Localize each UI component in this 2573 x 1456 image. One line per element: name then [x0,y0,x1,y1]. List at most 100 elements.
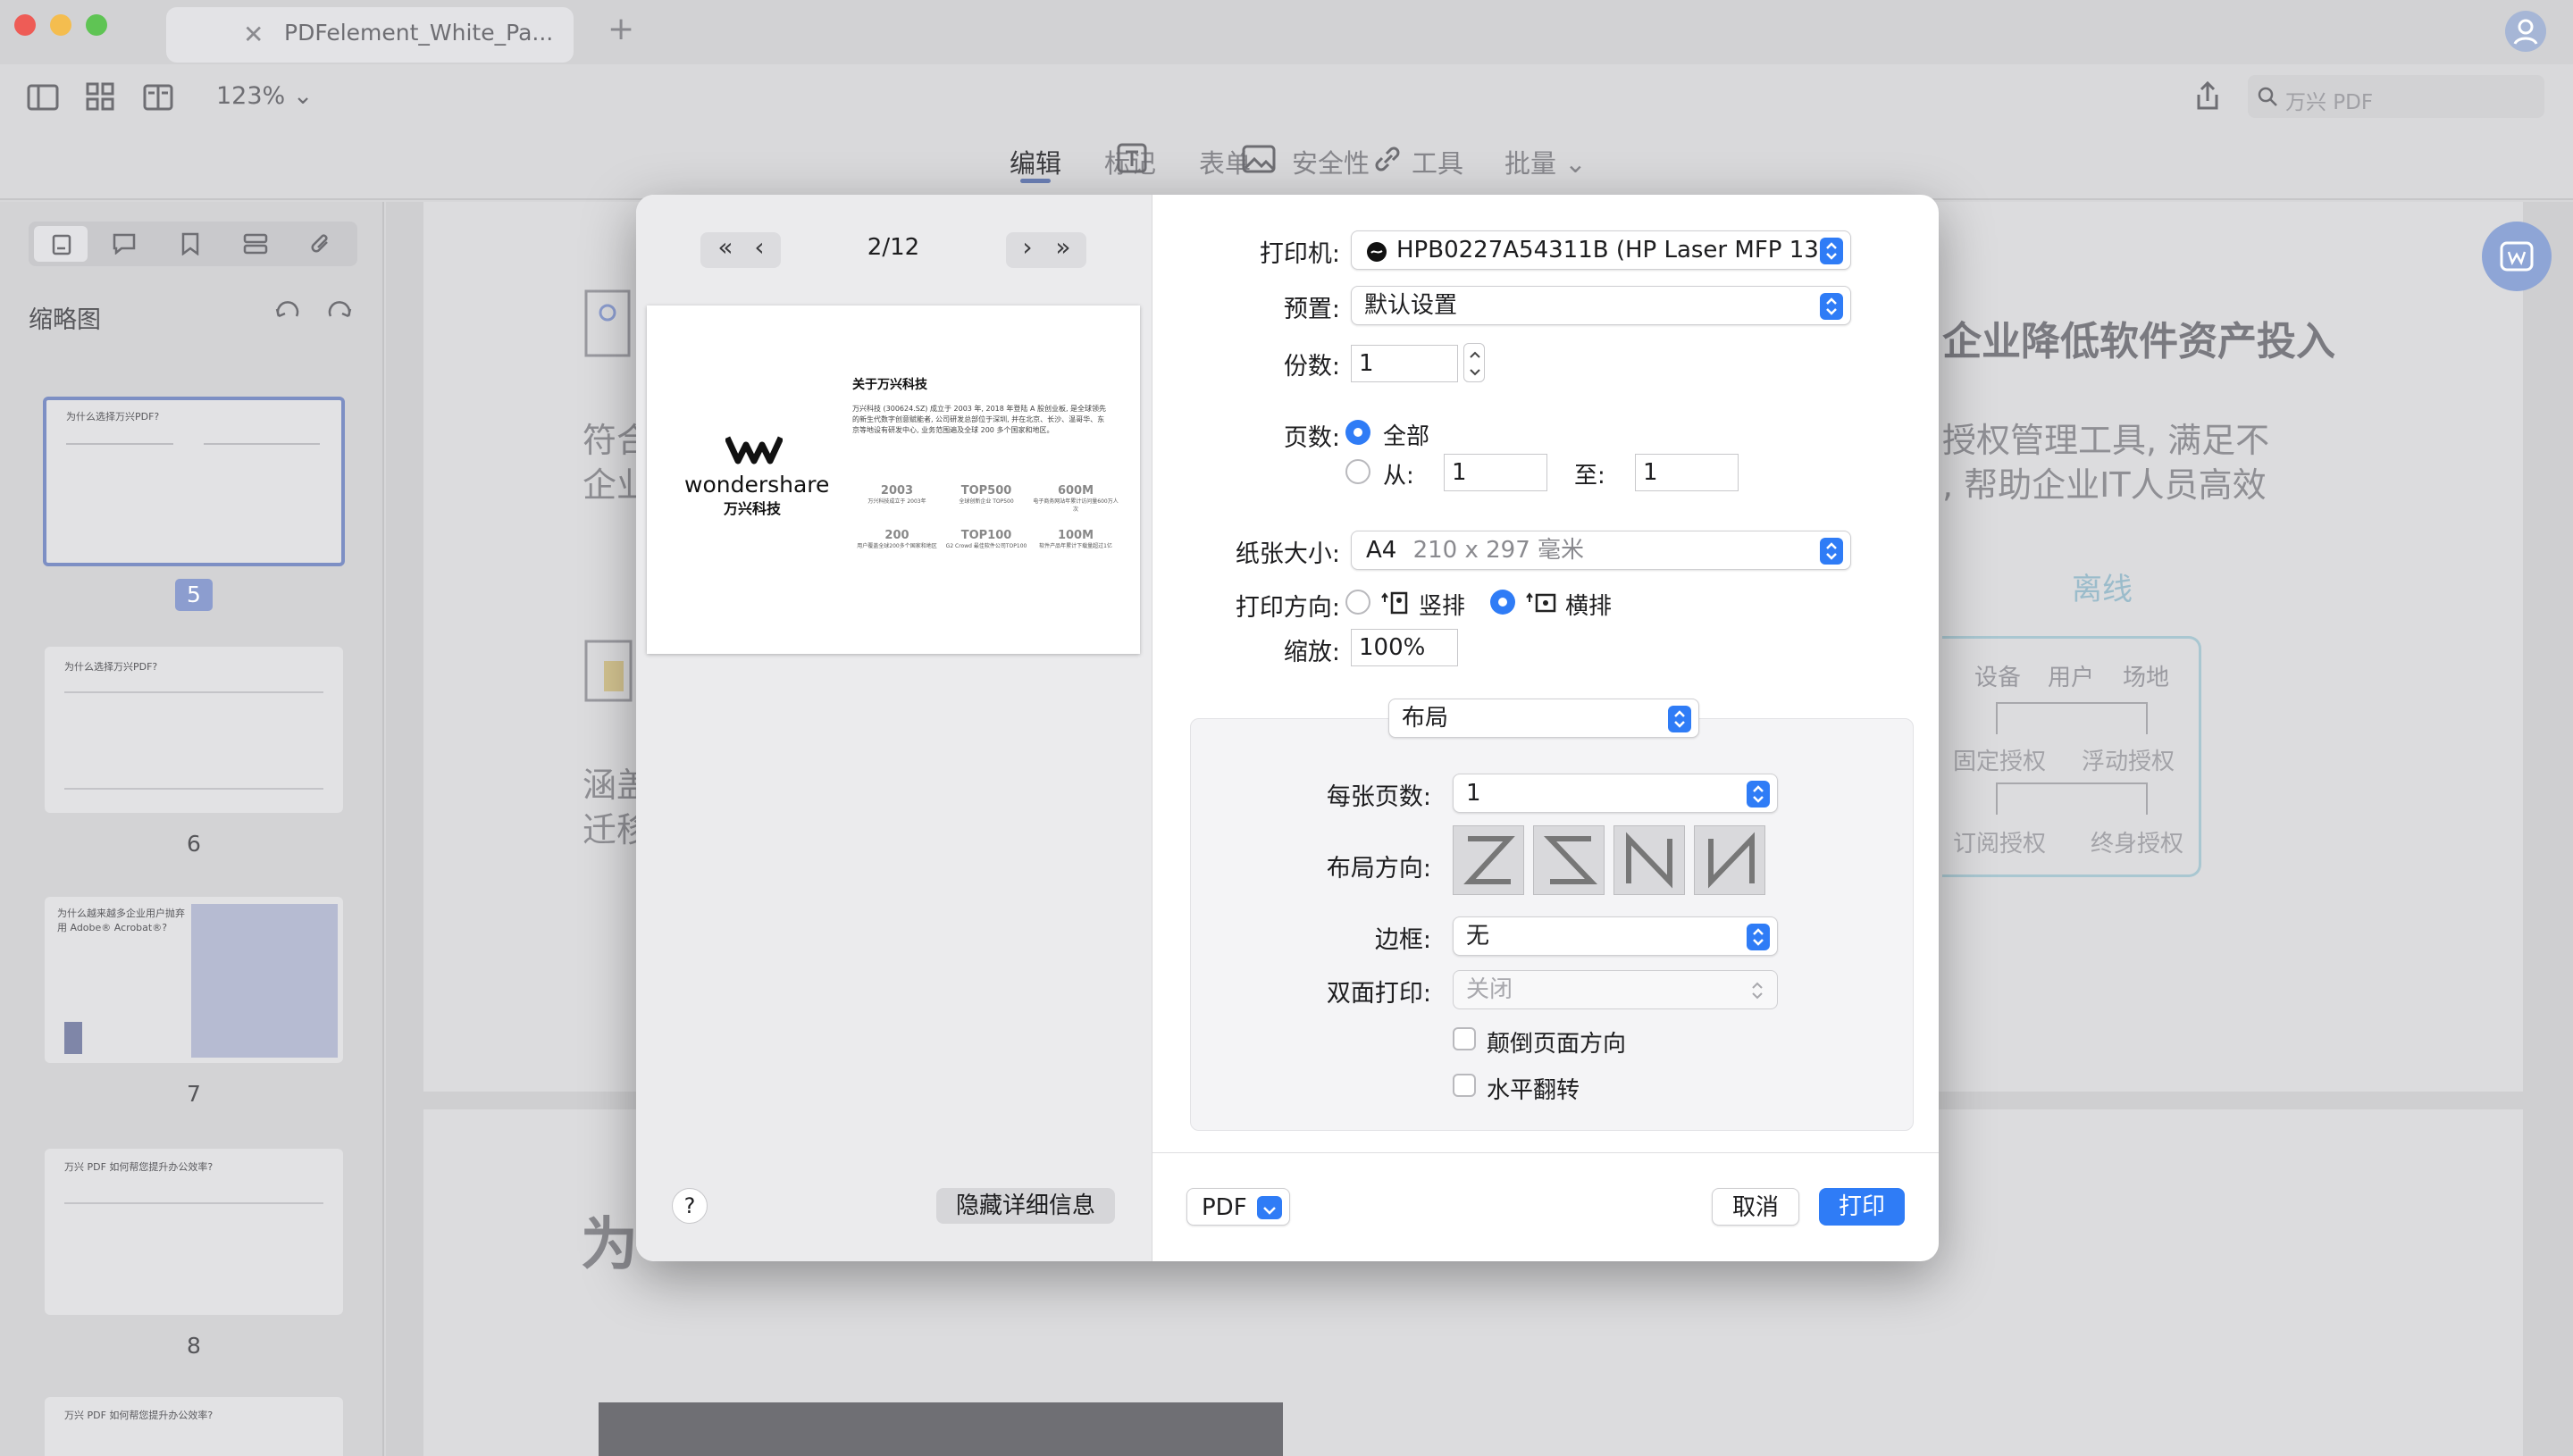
hide-details-button[interactable]: 隐藏详细信息 [936,1188,1115,1224]
doc-text: , 帮助企业IT人员高效 [1942,465,2267,505]
diagram-item: 场地 [2123,665,2170,691]
section-value: 布局 [1402,705,1449,732]
thumbnail-page-9[interactable]: 万兴 PDF 如何帮您提升办公效率? [45,1397,343,1456]
thumbnail-table [191,904,338,1058]
tab-security[interactable]: 安全性 [1292,143,1370,180]
pages-per-sheet-value: 1 [1466,780,1481,807]
thumbnail-title: 为什么选择万兴PDF? [64,661,158,673]
thumbnail-number-selected: 5 [175,579,213,611]
help-button[interactable]: ? [672,1188,708,1224]
comment-icon[interactable] [113,233,136,255]
layout-z-button[interactable] [1453,825,1524,895]
portrait-radio[interactable] [1345,590,1370,615]
page-nav-first-prev: « ‹ [700,232,781,268]
new-tab-button[interactable]: + [608,11,634,47]
thumbnail-content [64,1202,323,1292]
landscape-radio[interactable] [1490,590,1515,615]
pages-to-input[interactable]: 1 [1635,454,1739,491]
zoom-window-button[interactable] [86,14,107,36]
pages-range-radio[interactable] [1345,459,1370,484]
layout-reverse-n-button[interactable] [1694,825,1765,895]
two-sided-select[interactable]: 关闭 [1453,970,1778,1009]
title-bar: ✕ PDFelement_White_Pa... + [0,0,2573,64]
minimize-window-button[interactable] [50,14,71,36]
pages-all-label: 全部 [1383,423,1430,450]
search-icon [2258,87,2277,106]
landscape-label: 横排 [1565,593,1613,620]
diagram-item: 浮动授权 [2082,749,2175,775]
section-select[interactable]: 布局 [1388,699,1699,738]
chevron-down-icon [1257,1196,1282,1219]
pages-to-label: 至: [1574,463,1605,490]
thumbnail-page-7[interactable]: 为什么越来越多企业用户抛弃用 Adobe® Acrobat®? [45,897,343,1063]
next-page-button[interactable]: › [1010,232,1045,262]
paper-size-select[interactable]: A4 210 x 297 毫米 [1351,531,1851,570]
page-icon [52,234,71,255]
tab-tools[interactable]: 工具 [1412,143,1463,180]
pages-per-sheet-select[interactable]: 1 [1453,774,1778,813]
close-window-button[interactable] [14,14,36,36]
printer-select[interactable]: HPB0227A54311B (HP Laser MFP 13... [1351,230,1851,270]
chevron-updown-icon [1820,238,1843,264]
scale-input[interactable]: 100% [1351,629,1458,666]
pages-from-label: 从: [1383,463,1414,490]
copies-label: 份数: [1283,353,1340,381]
document-tab[interactable]: ✕ PDFelement_White_Pa... [166,7,574,63]
flip-horizontal-checkbox[interactable] [1453,1074,1476,1097]
pages-from-input[interactable]: 1 [1444,454,1547,491]
account-avatar[interactable] [2505,11,2546,52]
thumbnail-page-8[interactable]: 万兴 PDF 如何帮您提升办公效率? [45,1149,343,1315]
zoom-select[interactable]: 123% ⌄ [216,82,313,110]
diagram-connector [1996,782,2148,815]
reverse-orientation-checkbox[interactable] [1453,1027,1476,1050]
pdf-menu-button[interactable]: PDF [1186,1188,1290,1226]
stat-value: TOP100 [960,529,1012,542]
first-page-button[interactable]: « [708,232,743,262]
copies-input[interactable]: 1 [1351,345,1458,382]
last-page-button[interactable]: » [1045,232,1081,262]
diagram-connector [1996,702,2148,734]
stat-value: 600M [1057,484,1094,498]
share-icon[interactable] [2194,80,2221,111]
tab-close-icon[interactable]: ✕ [243,20,264,49]
doc-image [599,1402,1283,1456]
prev-page-button[interactable]: ‹ [742,232,777,262]
sidebar-tab-thumbnails[interactable] [34,226,88,262]
cancel-button[interactable]: 取消 [1712,1188,1799,1226]
chevron-updown-icon [1668,706,1691,732]
border-label: 边框: [1374,926,1431,954]
chevron-updown-icon [1747,924,1770,950]
layout-n-button[interactable] [1613,825,1685,895]
copies-stepper[interactable] [1463,343,1485,382]
attachment-icon[interactable] [309,232,332,255]
paper-dims: 210 x 297 毫米 [1412,537,1585,564]
tab-title: PDFelement_White_Pa... [284,20,554,46]
rotate-right-icon[interactable] [325,298,354,327]
tab-batch[interactable]: 批量 ⌄ [1504,143,1587,180]
diagram-item: 固定授权 [1953,749,2047,775]
layout-reverse-z-button[interactable] [1533,825,1605,895]
rotate-left-icon[interactable] [273,298,302,327]
page-layout-icon[interactable] [143,84,173,111]
thumbnail-page-5[interactable]: 为什么选择万兴PDF? [43,397,345,566]
print-button[interactable]: 打印 [1819,1188,1905,1226]
thumbnail-title: 万兴 PDF 如何帮您提升办公效率? [64,1410,214,1421]
preset-select[interactable]: 默认设置 [1351,286,1851,325]
paper-size-value: A4 [1366,537,1397,564]
layers-icon[interactable] [243,233,268,255]
tab-edit[interactable]: 编辑 [1010,143,1061,180]
stepper-arrows-icon [1470,351,1480,376]
assistant-icon [2500,241,2534,272]
grid-view-icon[interactable] [86,82,114,111]
pages-all-radio[interactable] [1345,420,1370,445]
search-input[interactable]: 万兴 PDF [2248,75,2544,118]
thumbnail-title: 为什么选择万兴PDF? [66,411,160,423]
portrait-icon [1381,591,1408,615]
bookmark-icon[interactable] [180,232,200,255]
stat-caption: 用户覆盖全球200多个国家和地区 [857,543,937,549]
sidebar-toggle-icon[interactable] [27,84,59,111]
ai-assistant-button[interactable] [2482,222,2552,291]
thumbnail-page-6[interactable]: 为什么选择万兴PDF? [45,647,343,813]
border-select[interactable]: 无 [1453,916,1778,956]
key-icon [584,289,631,357]
